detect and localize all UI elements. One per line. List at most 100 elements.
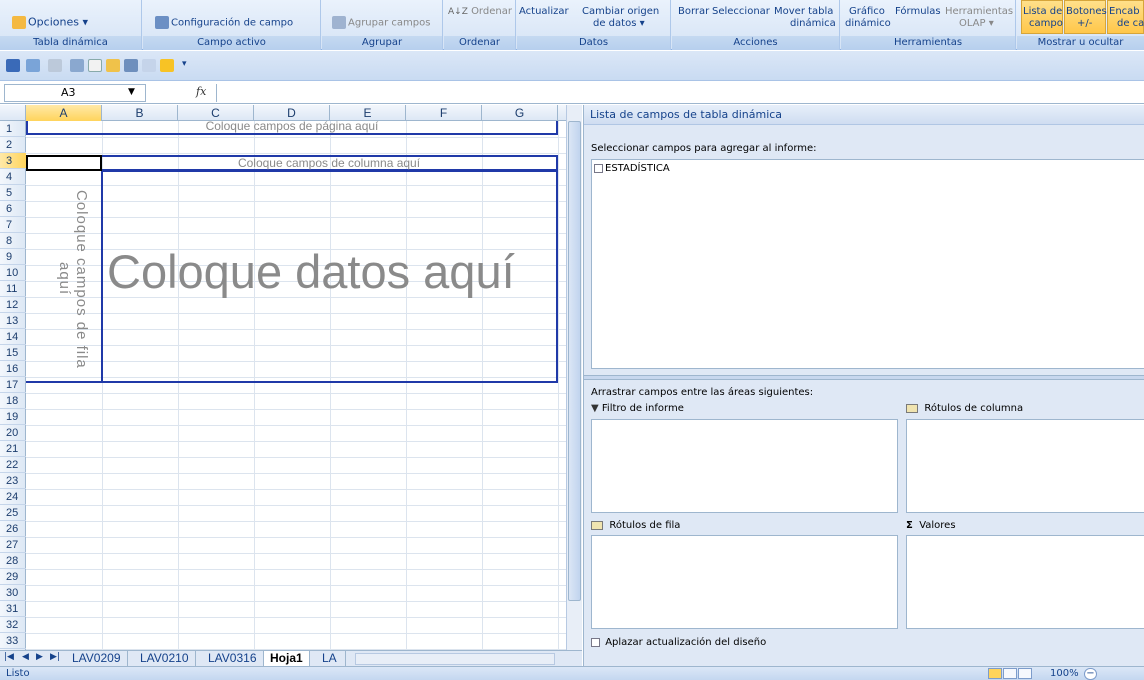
select-all-corner[interactable] <box>0 105 26 121</box>
grafico-dinamico-button[interactable]: Gráfico <box>849 6 885 17</box>
formulas-button[interactable]: Fórmulas <box>895 6 941 17</box>
values-area[interactable] <box>906 535 1144 629</box>
borrar-button[interactable]: Borrar <box>678 6 709 17</box>
print-preview-icon[interactable] <box>142 59 156 72</box>
row-header-29[interactable]: 29 <box>0 569 26 585</box>
open-folder-icon[interactable] <box>106 59 120 72</box>
cell-grid[interactable]: Coloque campos de página aquí Coloque ca… <box>26 120 566 650</box>
defer-update-checkbox[interactable] <box>591 637 600 647</box>
ordenar-button[interactable]: A↓Z Ordenar <box>448 6 512 18</box>
tab-la[interactable]: LA <box>316 651 346 666</box>
encabezados-button[interactable]: Encab <box>1109 6 1140 17</box>
page-layout-view-icon[interactable] <box>1003 668 1017 679</box>
column-labels-area[interactable] <box>906 419 1144 513</box>
pivot-row-area[interactable]: Coloque campos de fila aquí <box>26 173 103 383</box>
row-header-28[interactable]: 28 <box>0 553 26 569</box>
row-header-3[interactable]: 3 <box>0 153 26 169</box>
lista-campo-button[interactable]: Lista de <box>1023 6 1062 17</box>
row-header-6[interactable]: 6 <box>0 201 26 217</box>
row-header-16[interactable]: 16 <box>0 361 26 377</box>
form-icon[interactable] <box>70 59 84 72</box>
zoom-level[interactable]: 100% <box>1050 667 1079 680</box>
page-break-view-icon[interactable] <box>1018 668 1032 679</box>
row-header-7[interactable]: 7 <box>0 217 26 233</box>
row-header-2[interactable]: 2 <box>0 137 26 153</box>
row-header-27[interactable]: 27 <box>0 537 26 553</box>
row-labels-area[interactable] <box>591 535 898 629</box>
herramientas-olap-button[interactable]: Herramientas <box>945 6 1013 17</box>
star-icon[interactable] <box>160 59 174 72</box>
row-header-17[interactable]: 17 <box>0 377 26 393</box>
row-header-19[interactable]: 19 <box>0 409 26 425</box>
opciones-button[interactable]: Opciones ▾ <box>12 16 88 29</box>
new-document-icon[interactable] <box>88 59 102 72</box>
formula-input[interactable] <box>216 84 1136 102</box>
row-header-20[interactable]: 20 <box>0 425 26 441</box>
print-icon[interactable] <box>124 59 138 72</box>
column-header-g[interactable]: G <box>482 105 558 121</box>
row-header-23[interactable]: 23 <box>0 473 26 489</box>
tab-lav0210[interactable]: LAV0210 <box>134 651 196 666</box>
active-cell-a3[interactable] <box>26 155 102 171</box>
column-header-f[interactable]: F <box>406 105 482 121</box>
row-header-18[interactable]: 18 <box>0 393 26 409</box>
redo-icon[interactable] <box>48 59 62 72</box>
row-header-30[interactable]: 30 <box>0 585 26 601</box>
pivot-data-area[interactable]: Coloque datos aquí <box>101 170 558 383</box>
column-header-a[interactable]: A <box>26 105 102 121</box>
column-header-b[interactable]: B <box>102 105 178 121</box>
pane-resize-handle[interactable] <box>568 105 584 650</box>
row-header-22[interactable]: 22 <box>0 457 26 473</box>
seleccionar-button[interactable]: Seleccionar <box>712 6 770 17</box>
row-header-24[interactable]: 24 <box>0 489 26 505</box>
field-item[interactable]: ESTADÍSTICA <box>594 163 670 174</box>
row-header-12[interactable]: 12 <box>0 297 26 313</box>
row-header-8[interactable]: 8 <box>0 233 26 249</box>
row-header-9[interactable]: 9 <box>0 249 26 265</box>
defer-update-row[interactable]: Aplazar actualización del diseño <box>591 637 766 648</box>
field-checkbox[interactable] <box>594 163 603 173</box>
row-header-21[interactable]: 21 <box>0 441 26 457</box>
undo-icon[interactable] <box>26 59 40 72</box>
fx-icon[interactable]: fx <box>196 85 206 98</box>
pivot-column-area[interactable]: Coloque campos de columna aquí <box>100 155 558 171</box>
row-header-32[interactable]: 32 <box>0 617 26 633</box>
normal-view-icon[interactable] <box>988 668 1002 679</box>
name-box[interactable]: A3 <box>4 84 146 102</box>
actualizar-button[interactable]: Actualizar <box>519 6 569 17</box>
row-header-5[interactable]: 5 <box>0 185 26 201</box>
cambiar-origen-button[interactable]: Cambiar origen <box>582 6 659 17</box>
row-header-15[interactable]: 15 <box>0 345 26 361</box>
botones-button[interactable]: Botones <box>1066 6 1107 17</box>
row-header-4[interactable]: 4 <box>0 169 26 185</box>
row-header-10[interactable]: 10 <box>0 265 26 281</box>
row-header-26[interactable]: 26 <box>0 521 26 537</box>
row-header-25[interactable]: 25 <box>0 505 26 521</box>
last-sheet-icon[interactable]: ▶| <box>50 652 60 662</box>
row-header-14[interactable]: 14 <box>0 329 26 345</box>
tab-lav0209[interactable]: LAV0209 <box>66 651 128 666</box>
tab-lav0316[interactable]: LAV0316 <box>202 651 264 666</box>
row-header-31[interactable]: 31 <box>0 601 26 617</box>
row-header-1[interactable]: 1 <box>0 121 26 137</box>
pane-splitter[interactable] <box>584 375 1144 380</box>
field-list[interactable]: ESTADÍSTICA <box>591 159 1144 369</box>
save-icon[interactable] <box>6 59 20 72</box>
configuracion-campo-button[interactable]: Configuración de campo <box>155 16 293 29</box>
row-header-13[interactable]: 13 <box>0 313 26 329</box>
pivot-page-area[interactable]: Coloque campos de página aquí <box>26 120 558 135</box>
row-header-11[interactable]: 11 <box>0 281 26 297</box>
cambiar-origen-sub[interactable]: de datos ▾ <box>593 18 645 29</box>
next-sheet-icon[interactable]: ▶ <box>36 652 43 662</box>
first-sheet-icon[interactable]: |◀ <box>4 652 14 662</box>
sheet-horizontal-scrollbar[interactable] <box>355 653 555 665</box>
report-filter-area[interactable] <box>591 419 898 513</box>
customize-qat-icon[interactable]: ▾ <box>182 59 190 72</box>
agrupar-campos-button[interactable]: Agrupar campos <box>332 16 430 29</box>
prev-sheet-icon[interactable]: ◀ <box>22 652 29 662</box>
tab-hoja1[interactable]: Hoja1 <box>264 651 310 666</box>
zoom-out-icon[interactable]: − <box>1084 668 1097 680</box>
chevron-down-icon[interactable]: ▼ <box>128 87 135 97</box>
mover-tabla-button[interactable]: Mover tabla <box>774 6 833 17</box>
row-header-33[interactable]: 33 <box>0 633 26 649</box>
